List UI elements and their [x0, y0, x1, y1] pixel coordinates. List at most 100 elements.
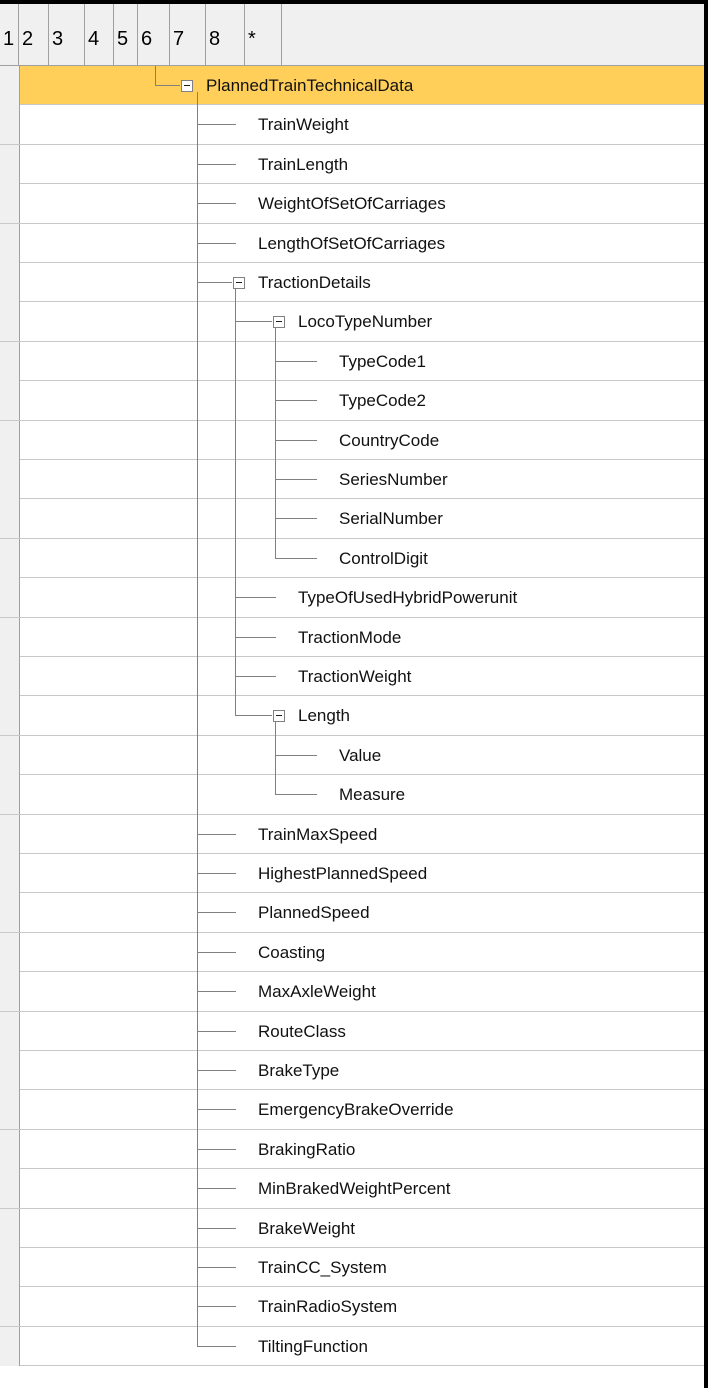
- tree-row[interactable]: TypeCode2: [0, 381, 704, 421]
- tree-row[interactable]: EmergencyBrakeOverride: [0, 1090, 704, 1130]
- tree-connector-line: [275, 460, 276, 500]
- tree-connector-line: [197, 1130, 198, 1170]
- tree-branch-line: [197, 873, 236, 874]
- tree-node-label[interactable]: TypeOfUsedHybridPowerunit: [298, 588, 517, 608]
- tree-node-label[interactable]: LengthOfSetOfCarriages: [258, 234, 445, 254]
- tree-branch-line: [197, 1149, 236, 1150]
- tree-branch-line: [235, 597, 276, 598]
- column-header-3[interactable]: 3: [49, 4, 85, 66]
- tree-branch-line: [197, 1031, 236, 1032]
- tree-node-label[interactable]: MaxAxleWeight: [258, 982, 376, 1002]
- collapse-toggle-icon[interactable]: [181, 80, 193, 92]
- tree-node-label[interactable]: HighestPlannedSpeed: [258, 864, 427, 884]
- tree-row[interactable]: PlannedSpeed: [0, 893, 704, 933]
- tree-branch-line: [275, 518, 317, 519]
- tree-row[interactable]: SeriesNumber: [0, 460, 704, 500]
- tree-node-label[interactable]: TrainCC_System: [258, 1258, 387, 1278]
- tree-row[interactable]: WeightOfSetOfCarriages: [0, 184, 704, 224]
- tree-row[interactable]: BrakeType: [0, 1051, 704, 1091]
- tree-row[interactable]: TractionWeight: [0, 657, 704, 697]
- tree-branch-line: [197, 1346, 236, 1347]
- tree-row[interactable]: TiltingFunction: [0, 1327, 704, 1366]
- column-header-6[interactable]: 6: [138, 4, 170, 66]
- tree-node-label[interactable]: BrakingRatio: [258, 1140, 355, 1160]
- collapse-toggle-icon[interactable]: [273, 316, 285, 328]
- row-gutter: [0, 1209, 20, 1248]
- column-header-1[interactable]: 1: [0, 4, 19, 66]
- tree-row[interactable]: CountryCode: [0, 421, 704, 461]
- tree-node-label[interactable]: TiltingFunction: [258, 1337, 368, 1357]
- row-gutter: [0, 854, 20, 893]
- tree-row[interactable]: TractionMode: [0, 618, 704, 658]
- tree-row[interactable]: TrainWeight: [0, 105, 704, 145]
- column-header-8[interactable]: 8: [206, 4, 245, 66]
- tree-child-line: [275, 328, 276, 342]
- tree-row[interactable]: MinBrakedWeightPercent: [0, 1169, 704, 1209]
- tree-row[interactable]: LengthOfSetOfCarriages: [0, 224, 704, 264]
- tree-node-label[interactable]: SerialNumber: [339, 509, 443, 529]
- tree-row[interactable]: TypeCode1: [0, 342, 704, 382]
- tree-row[interactable]: Coasting: [0, 933, 704, 973]
- column-header-5[interactable]: 5: [114, 4, 138, 66]
- tree-node-label[interactable]: TypeCode2: [339, 391, 426, 411]
- tree-node-label[interactable]: TypeCode1: [339, 352, 426, 372]
- tree-node-label[interactable]: TractionDetails: [258, 273, 371, 293]
- tree-node-label[interactable]: BrakeWeight: [258, 1219, 355, 1239]
- tree-node-label[interactable]: CountryCode: [339, 431, 439, 451]
- collapse-toggle-icon[interactable]: [233, 277, 245, 289]
- tree-row[interactable]: TypeOfUsedHybridPowerunit: [0, 578, 704, 618]
- tree-node-label[interactable]: TrainWeight: [258, 115, 349, 135]
- tree-connector-line: [197, 184, 198, 224]
- row-gutter: [0, 815, 20, 854]
- tree-node-label[interactable]: Value: [339, 746, 381, 766]
- tree-row[interactable]: TrainRadioSystem: [0, 1287, 704, 1327]
- tree-node-label[interactable]: RouteClass: [258, 1022, 346, 1042]
- tree-node-label[interactable]: ControlDigit: [339, 549, 428, 569]
- tree-node-label[interactable]: Length: [298, 706, 350, 726]
- tree-row[interactable]: LocoTypeNumber: [0, 302, 704, 342]
- row-gutter: [0, 657, 20, 696]
- tree-row[interactable]: TrainMaxSpeed: [0, 815, 704, 855]
- tree-row[interactable]: TrainCC_System: [0, 1248, 704, 1288]
- tree-node-label[interactable]: TractionMode: [298, 628, 401, 648]
- tree-connector-line: [197, 854, 198, 894]
- tree-node-label[interactable]: MinBrakedWeightPercent: [258, 1179, 450, 1199]
- tree-row[interactable]: Length: [0, 696, 704, 736]
- tree-connector-line: [275, 421, 276, 461]
- row-gutter: [0, 1012, 20, 1051]
- tree-node-label[interactable]: PlannedTrainTechnicalData: [206, 76, 413, 96]
- tree-node-label[interactable]: PlannedSpeed: [258, 903, 370, 923]
- tree-node-label[interactable]: BrakeType: [258, 1061, 339, 1081]
- row-gutter: [0, 1287, 20, 1326]
- tree-connector-line: [275, 342, 276, 382]
- tree-row[interactable]: TractionDetails: [0, 263, 704, 303]
- column-header-star[interactable]: *: [245, 4, 282, 66]
- tree-row[interactable]: Value: [0, 736, 704, 776]
- tree-row[interactable]: ControlDigit: [0, 539, 704, 579]
- tree-row[interactable]: PlannedTrainTechnicalData: [0, 66, 704, 106]
- tree-node-label[interactable]: Coasting: [258, 943, 325, 963]
- tree-node-label[interactable]: LocoTypeNumber: [298, 312, 432, 332]
- column-header-4[interactable]: 4: [85, 4, 114, 66]
- tree-node-label[interactable]: Measure: [339, 785, 405, 805]
- tree-node-label[interactable]: TrainMaxSpeed: [258, 825, 377, 845]
- tree-row[interactable]: BrakeWeight: [0, 1209, 704, 1249]
- collapse-toggle-icon[interactable]: [273, 710, 285, 722]
- tree-node-label[interactable]: SeriesNumber: [339, 470, 448, 490]
- tree-node-label[interactable]: TractionWeight: [298, 667, 411, 687]
- tree-node-label[interactable]: EmergencyBrakeOverride: [258, 1100, 454, 1120]
- tree-node-label[interactable]: TrainLength: [258, 155, 348, 175]
- tree-row[interactable]: TrainLength: [0, 145, 704, 185]
- tree-row[interactable]: MaxAxleWeight: [0, 972, 704, 1012]
- tree-row[interactable]: SerialNumber: [0, 499, 704, 539]
- column-header-7[interactable]: 7: [170, 4, 206, 66]
- tree-node-label[interactable]: WeightOfSetOfCarriages: [258, 194, 446, 214]
- tree-row[interactable]: Measure: [0, 775, 704, 815]
- tree-row[interactable]: RouteClass: [0, 1012, 704, 1052]
- tree-row[interactable]: BrakingRatio: [0, 1130, 704, 1170]
- column-header-2[interactable]: 2: [19, 4, 49, 66]
- tree-guide-line: [197, 539, 198, 579]
- tree-row[interactable]: HighestPlannedSpeed: [0, 854, 704, 894]
- tree-connector-line: [197, 1090, 198, 1130]
- tree-node-label[interactable]: TrainRadioSystem: [258, 1297, 397, 1317]
